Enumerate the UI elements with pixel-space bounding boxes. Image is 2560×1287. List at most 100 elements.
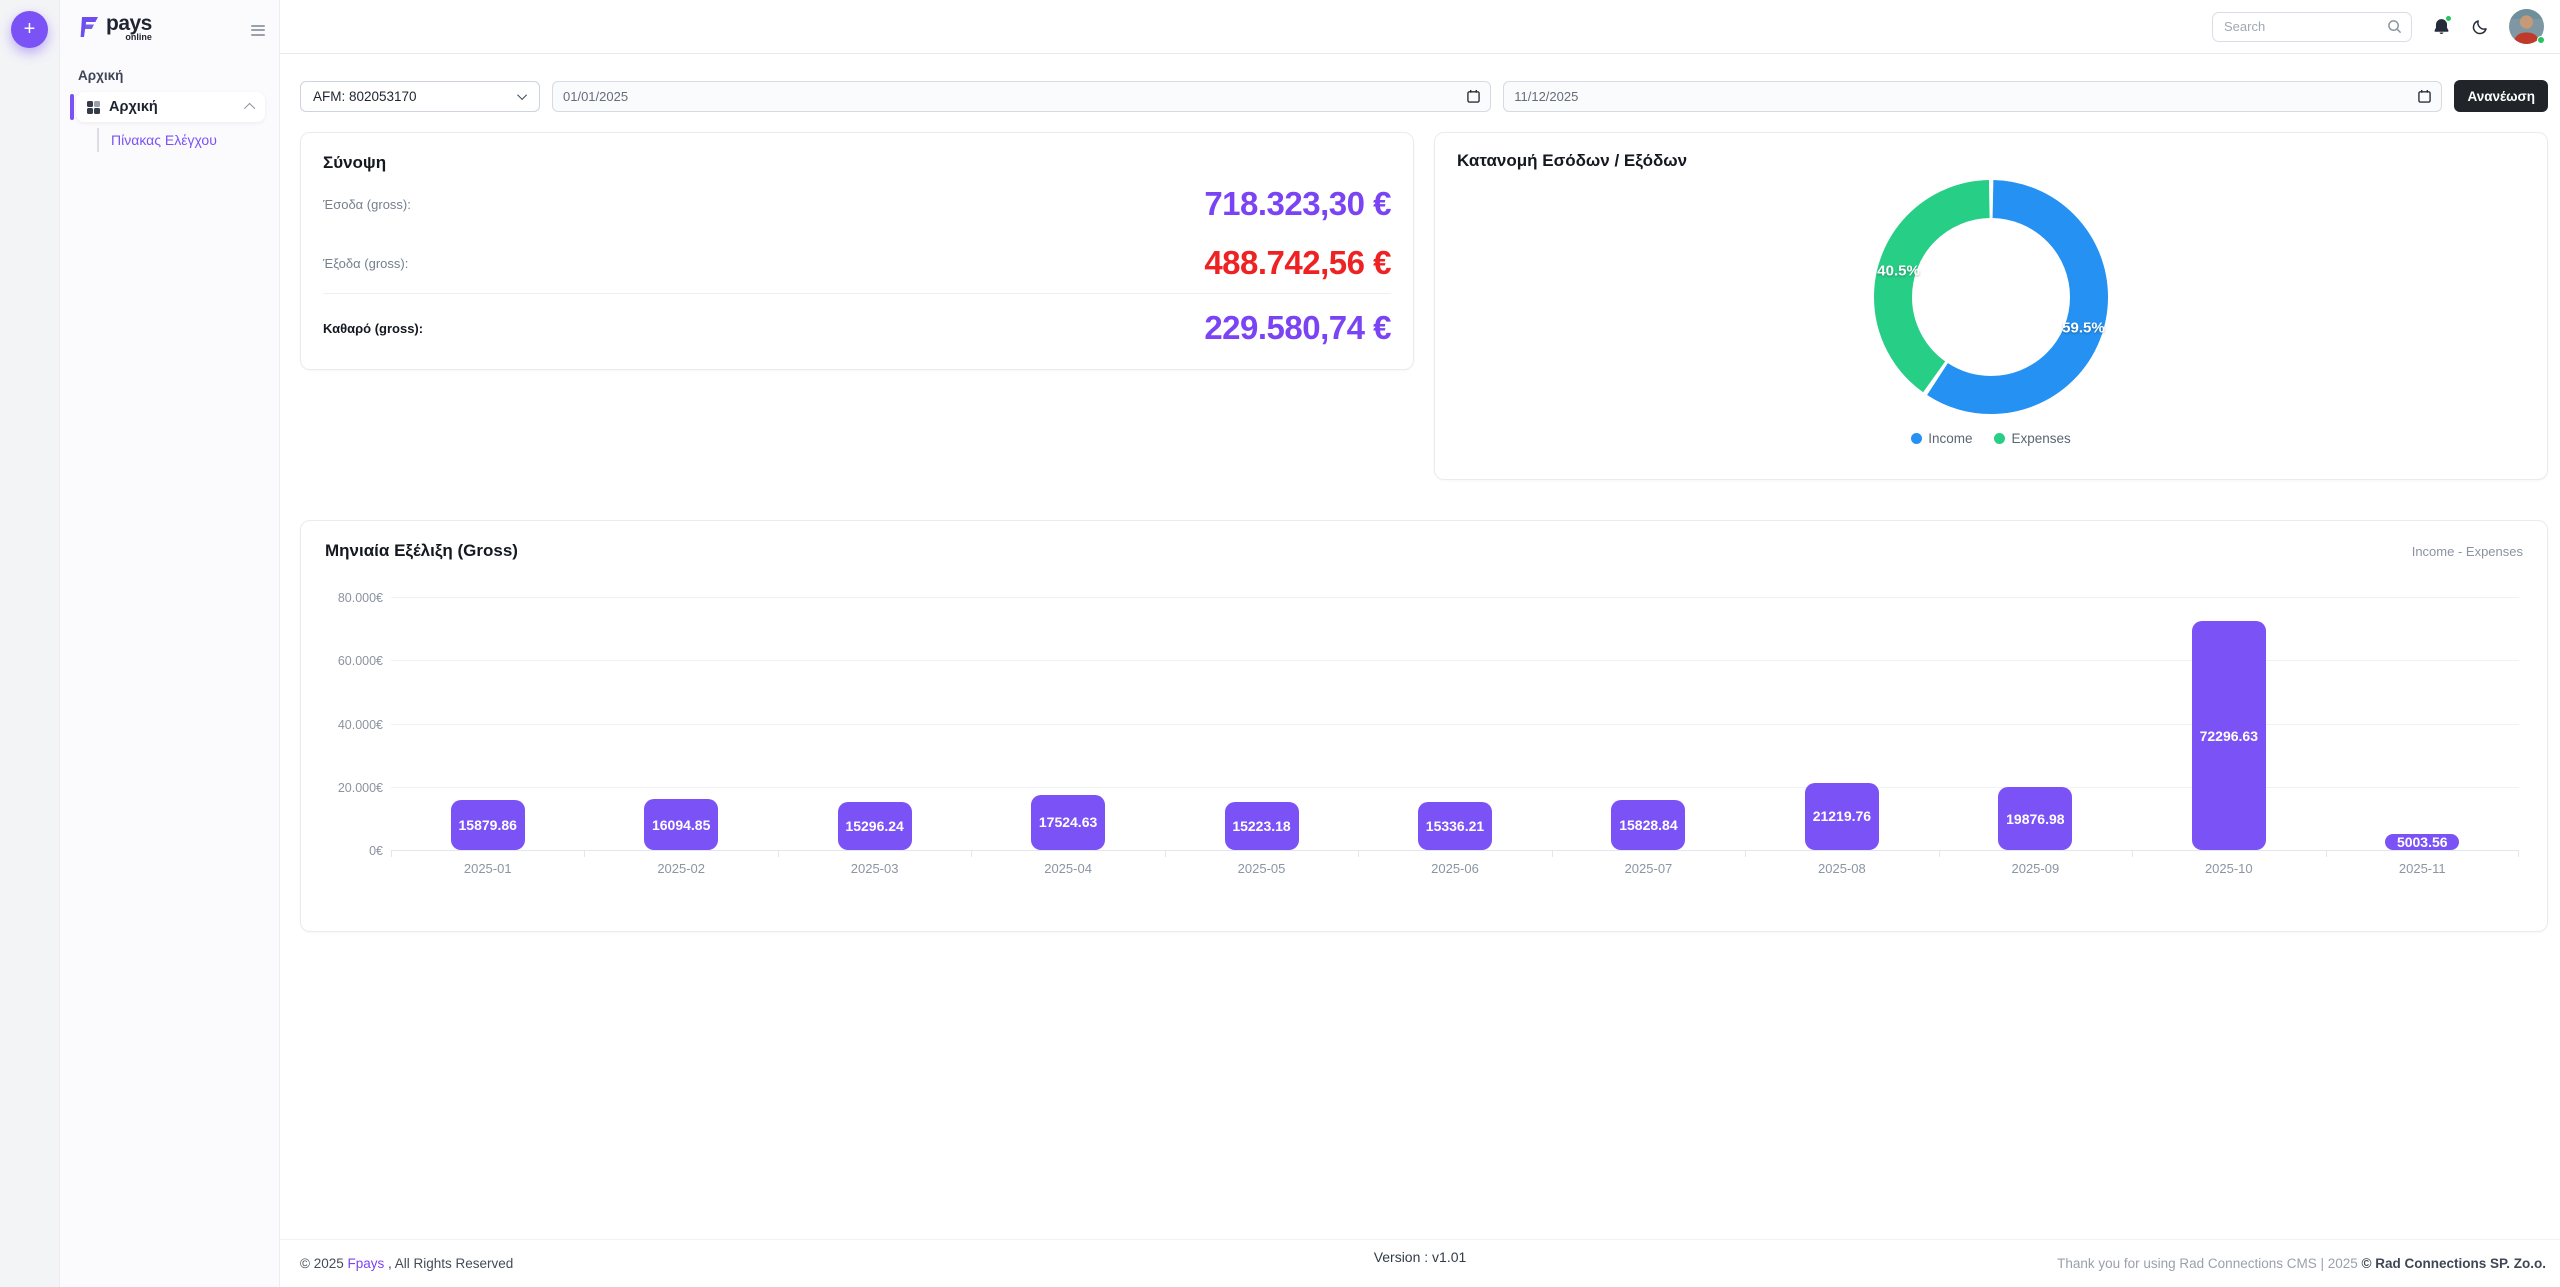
x-axis-tick <box>391 851 392 857</box>
user-avatar[interactable] <box>2509 9 2544 44</box>
expenses-row: Έξοδα (gross): 488.742,56 € <box>323 235 1391 291</box>
donut-chart: 59.5% 40.5% <box>1874 180 2108 419</box>
notifications-button[interactable] <box>2432 17 2451 37</box>
bar-2025-01[interactable]: 15879.86 <box>451 800 525 850</box>
bar-value-label: 21219.76 <box>1813 808 1871 824</box>
x-axis-label: 2025-11 <box>2326 861 2519 876</box>
bar-slot: 15879.86 <box>391 583 584 851</box>
legend-item-income[interactable]: Income <box>1911 431 1972 446</box>
x-axis-label: 2025-05 <box>1165 861 1358 876</box>
date-to-input[interactable]: 11/12/2025 <box>1503 81 2442 112</box>
bar-value-label: 5003.56 <box>2397 834 2448 850</box>
bar-slot: 17524.63 <box>971 583 1164 851</box>
notification-badge <box>2445 15 2452 22</box>
bar-value-label: 15828.84 <box>1619 817 1677 833</box>
bar-2025-03[interactable]: 15296.24 <box>838 802 912 850</box>
search-icon <box>2387 19 2402 34</box>
y-axis-label: 80.000€ <box>325 591 383 605</box>
add-button[interactable]: + <box>11 11 48 48</box>
summary-title: Σύνοψη <box>323 153 1391 173</box>
legend-dot <box>1911 433 1922 444</box>
x-axis-label: 2025-03 <box>778 861 971 876</box>
footer: © 2025 Fpays , All Rights Reserved Versi… <box>280 1239 2560 1287</box>
x-axis-tick <box>1745 851 1746 857</box>
net-value: 229.580,74 € <box>1204 309 1391 347</box>
bar-slot: 15296.24 <box>778 583 971 851</box>
bar-chart-title: Μηνιαία Εξέλιξη (Gross) <box>325 541 518 561</box>
bar-slot: 19876.98 <box>1939 583 2132 851</box>
bar-2025-06[interactable]: 15336.21 <box>1418 802 1492 851</box>
refresh-button[interactable]: Ανανέωση <box>2454 80 2548 112</box>
net-row: Καθαρό (gross): 229.580,74 € <box>323 297 1391 359</box>
bar-2025-10[interactable]: 72296.63 <box>2192 621 2266 850</box>
x-axis-tick <box>2518 851 2519 857</box>
active-accent <box>70 94 74 120</box>
bar-value-label: 72296.63 <box>2200 728 2258 744</box>
x-axis-tick <box>1552 851 1553 857</box>
x-axis-tick <box>1358 851 1359 857</box>
cms-credit-text: Thank you for using Rad Connections CMS … <box>2057 1256 2546 1271</box>
x-axis-label: 2025-04 <box>971 861 1164 876</box>
chevron-down-icon <box>517 90 527 100</box>
calendar-icon <box>2418 89 2431 103</box>
bar-slot: 16094.85 <box>584 583 777 851</box>
y-axis-label: 0€ <box>325 844 383 858</box>
filter-bar: AFM: 802053170 01/01/2025 11/12/2025 Ανα… <box>280 54 2560 112</box>
bar-value-label: 15336.21 <box>1426 818 1484 834</box>
x-axis-tick <box>1165 851 1166 857</box>
bar-2025-04[interactable]: 17524.63 <box>1031 795 1105 850</box>
dark-mode-toggle[interactable] <box>2471 18 2489 36</box>
income-value: 718.323,30 € <box>1204 185 1391 223</box>
x-axis-label: 2025-09 <box>1939 861 2132 876</box>
legend-item-expenses[interactable]: Expenses <box>1994 431 2070 446</box>
bar-value-label: 19876.98 <box>2006 811 2064 827</box>
moon-icon <box>2471 18 2489 36</box>
date-from-input[interactable]: 01/01/2025 <box>552 81 1491 112</box>
bar-value-label: 15879.86 <box>459 817 517 833</box>
copyright-text: © 2025 Fpays , All Rights Reserved <box>300 1256 513 1271</box>
bar-slot: 5003.56 <box>2326 583 2519 851</box>
bar-slot: 15223.18 <box>1165 583 1358 851</box>
top-cards-row: Σύνοψη Έσοδα (gross): 718.323,30 € Έξοδα… <box>280 112 2560 480</box>
donut-legend: Income Expenses <box>1457 431 2525 446</box>
bar-2025-09[interactable]: 19876.98 <box>1998 787 2072 850</box>
sidebar-section-label: Αρχική <box>78 68 279 83</box>
x-axis-label: 2025-08 <box>1745 861 1938 876</box>
sidebar: pays online Αρχική Αρχική Πίνακας Ελέγχο… <box>60 0 280 1287</box>
bar-2025-02[interactable]: 16094.85 <box>644 799 718 850</box>
bar-2025-11[interactable]: 5003.56 <box>2385 834 2459 850</box>
main-area: AFM: 802053170 01/01/2025 11/12/2025 Ανα… <box>280 0 2560 1287</box>
y-axis-label: 20.000€ <box>325 781 383 795</box>
fpays-link[interactable]: Fpays <box>347 1256 384 1271</box>
sidebar-toggle-icon[interactable] <box>251 22 265 38</box>
logo-text: pays online <box>106 13 152 42</box>
summary-card: Σύνοψη Έσοδα (gross): 718.323,30 € Έξοδα… <box>300 132 1414 370</box>
sidebar-item-dashboard[interactable]: Πίνακας Ελέγχου <box>97 132 279 148</box>
y-axis-label: 40.000€ <box>325 718 383 732</box>
legend-label: Expenses <box>2011 431 2070 446</box>
bar-2025-08[interactable]: 21219.76 <box>1805 783 1879 850</box>
legend-dot <box>1994 433 2005 444</box>
search-box[interactable] <box>2212 12 2412 42</box>
bar-slot: 15336.21 <box>1358 583 1551 851</box>
y-axis-label: 60.000€ <box>325 654 383 668</box>
sidebar-item-home[interactable]: Αρχική <box>76 92 265 122</box>
bar-slot: 15828.84 <box>1552 583 1745 851</box>
x-axis-tick <box>1939 851 1940 857</box>
afm-select[interactable]: AFM: 802053170 <box>300 81 540 112</box>
dashboard-grid-icon <box>87 101 100 114</box>
top-header <box>280 0 2560 54</box>
bar-chart: 0€20.000€40.000€60.000€80.000€15879.8616… <box>325 583 2523 851</box>
x-axis-label: 2025-06 <box>1358 861 1551 876</box>
bar-2025-07[interactable]: 15828.84 <box>1611 800 1685 850</box>
income-row: Έσοδα (gross): 718.323,30 € <box>323 176 1391 232</box>
chevron-up-icon <box>244 103 255 114</box>
logo[interactable]: pays online <box>60 0 279 44</box>
x-axis: 2025-012025-022025-032025-042025-052025-… <box>391 861 2523 876</box>
slice-label-income: 59.5% <box>2062 320 2105 337</box>
search-input[interactable] <box>2224 19 2387 34</box>
x-axis-label: 2025-02 <box>584 861 777 876</box>
icon-rail: + <box>0 0 60 1287</box>
legend-label: Income <box>1928 431 1972 446</box>
bar-2025-05[interactable]: 15223.18 <box>1225 802 1299 850</box>
